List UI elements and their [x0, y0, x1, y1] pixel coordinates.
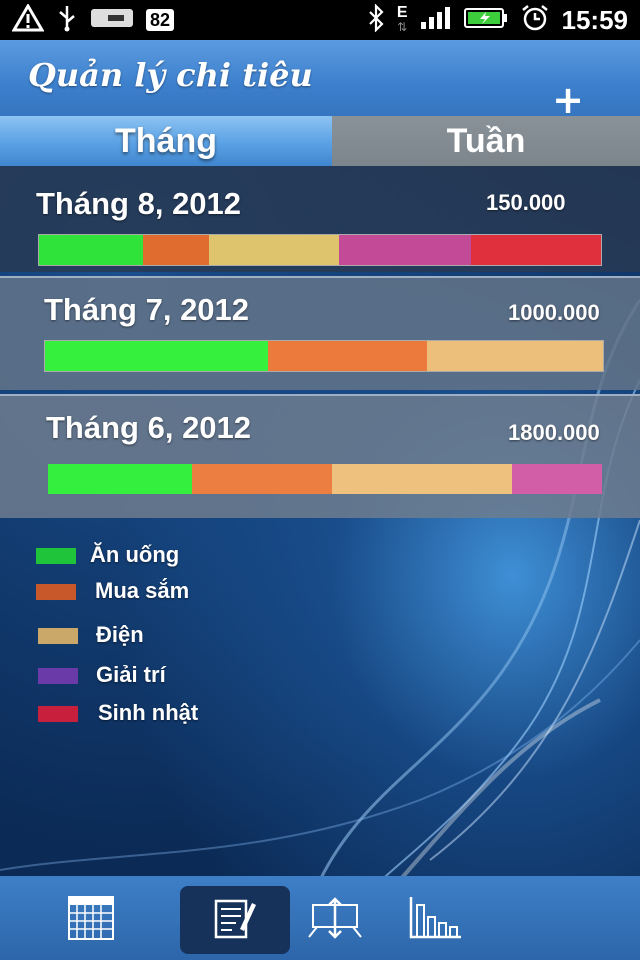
nav-transfer-button[interactable] — [280, 886, 390, 954]
legend-item: Giải trí — [0, 658, 300, 694]
bar-chart-icon — [407, 895, 463, 945]
bar-segment — [427, 341, 603, 371]
month-total: 1000.000 — [508, 300, 600, 325]
legend-swatch — [38, 706, 78, 722]
bar-segment — [208, 235, 339, 265]
bar-segment — [192, 464, 333, 494]
tab-week[interactable]: Tuần — [332, 116, 640, 166]
month-card-jun-2012[interactable]: Tháng 6, 2012 1800.000 — [0, 394, 640, 518]
legend-label: Ăn uống — [90, 542, 180, 567]
legend-swatch — [38, 628, 78, 644]
legend-item: Sinh nhật — [0, 696, 300, 732]
network-type-indicator: E ⇅ — [396, 4, 408, 35]
bar-segment — [268, 341, 428, 371]
bar-segment — [48, 464, 193, 494]
transfer-icon — [307, 895, 363, 945]
usb-icon — [56, 4, 78, 36]
status-bar: 82 E ⇅ 15:59 — [0, 0, 640, 40]
sd-card-icon — [90, 6, 134, 34]
nav-statistics-button[interactable] — [380, 886, 490, 954]
month-breakdown-bar — [44, 340, 604, 372]
legend-item: Ăn uống — [0, 538, 300, 574]
legend-swatch — [36, 548, 76, 564]
month-card-jul-2012[interactable]: Tháng 7, 2012 1000.000 — [0, 276, 640, 390]
bar-segment — [142, 235, 209, 265]
month-total: 1800.000 — [508, 420, 600, 445]
month-card-aug-2012[interactable]: Tháng 8, 2012 150.000 — [0, 166, 640, 272]
month-breakdown-bar — [48, 464, 602, 494]
bar-segment — [470, 235, 601, 265]
legend-swatch — [36, 584, 76, 600]
bar-segment — [39, 235, 143, 265]
month-label: Tháng 7, 2012 — [44, 292, 250, 327]
battery-icon — [463, 6, 508, 34]
nav-notes-button[interactable] — [180, 886, 290, 954]
month-label: Tháng 6, 2012 — [46, 410, 252, 445]
bar-segment — [512, 464, 602, 494]
legend-label: Sinh nhật — [98, 700, 199, 725]
network-type-label: E — [396, 4, 408, 21]
nav-calendar-button[interactable] — [36, 886, 146, 954]
tab-month[interactable]: Tháng — [0, 116, 332, 166]
month-breakdown-bar — [38, 234, 602, 266]
legend-label: Giải trí — [96, 662, 166, 687]
bluetooth-icon — [367, 3, 385, 36]
add-expense-button[interactable]: + — [548, 78, 588, 122]
legend-label: Mua sắm — [95, 578, 190, 603]
notes-icon — [212, 895, 258, 945]
bar-segment — [338, 235, 471, 265]
bar-segment — [332, 464, 513, 494]
legend-label: Điện — [96, 622, 144, 647]
month-label: Tháng 8, 2012 — [36, 186, 242, 221]
legend-item: Điện — [0, 618, 300, 654]
calendar-icon — [67, 895, 115, 945]
signal-strength-icon — [420, 6, 452, 34]
category-legend: Ăn uống Mua sắm Điện Giải trí Sinh nhật — [0, 528, 300, 728]
warning-icon — [11, 3, 45, 36]
status-time: 15:59 — [561, 4, 629, 35]
battery-percent-badge: 82 — [146, 9, 175, 31]
bar-segment — [45, 341, 269, 371]
bottom-nav — [0, 876, 640, 960]
app-header: Quản lý chi tiêu + — [0, 40, 640, 122]
month-total: 150.000 — [486, 190, 566, 215]
alarm-clock-icon — [520, 4, 550, 36]
legend-item: Mua sắm — [0, 574, 300, 610]
period-tabs: Tháng Tuần — [0, 116, 640, 166]
data-arrows-icon: ⇅ — [397, 20, 408, 34]
legend-swatch — [38, 668, 78, 684]
app-title: Quản lý chi tiêu — [28, 56, 313, 94]
